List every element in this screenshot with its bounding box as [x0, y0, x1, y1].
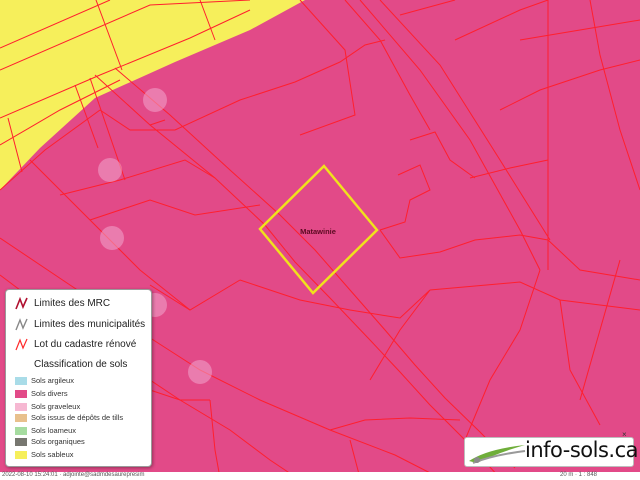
legend-class-argileux: Sols argileux	[15, 375, 74, 386]
legend-class-label: Sols sableux	[31, 450, 74, 459]
scale-bar: 20 m · 1 : 848	[560, 472, 598, 478]
legend-mrc: Limites des MRC	[15, 296, 110, 310]
legend-class-graveleux: Sols graveleux	[15, 401, 80, 412]
lot-label: Matawinie	[300, 227, 336, 236]
legend-classification-title: Classification de sols	[34, 359, 128, 370]
legend-class-label: Sols issus de dépôts de tills	[31, 413, 124, 422]
legend-class-loameux: Sols loameux	[15, 425, 76, 436]
logo-close-icon[interactable]: ×	[622, 430, 627, 439]
legend-cadastre-label: Lot du cadastre rénové	[34, 338, 137, 350]
legend-class-label: Sols loameux	[31, 426, 77, 435]
cadastre-line-icon	[15, 337, 28, 350]
legend-class-label: Sols argileux	[31, 376, 74, 385]
legend-class-divers: Sols divers	[15, 388, 68, 399]
legend-class-sableux: Sols sableux	[15, 449, 74, 460]
logo-text: info-sols.ca	[525, 438, 639, 462]
legend-municipalities: Limites des municipalités	[15, 317, 145, 331]
map-legend: Limites des MRC Limites des municipalité…	[5, 289, 152, 467]
footer-timestamp: 2022-08-10 15:24:01 · adjointe@sadmdesau…	[2, 472, 145, 478]
legend-mrc-label: Limites des MRC	[34, 297, 111, 309]
legend-class-label: Sols organiques	[31, 437, 85, 446]
mrc-line-icon	[15, 296, 28, 309]
legend-cadastre: Lot du cadastre rénové	[15, 337, 136, 351]
legend-class-tills: Sols issus de dépôts de tills	[15, 412, 123, 423]
municipality-line-icon	[15, 317, 28, 330]
legend-class-label: Sols graveleux	[31, 402, 81, 411]
legend-class-label: Sols divers	[31, 389, 68, 398]
legend-class-organiques: Sols organiques	[15, 436, 85, 447]
legend-municipalities-label: Limites des municipalités	[34, 318, 146, 330]
logo-swoosh-icon	[469, 445, 526, 464]
